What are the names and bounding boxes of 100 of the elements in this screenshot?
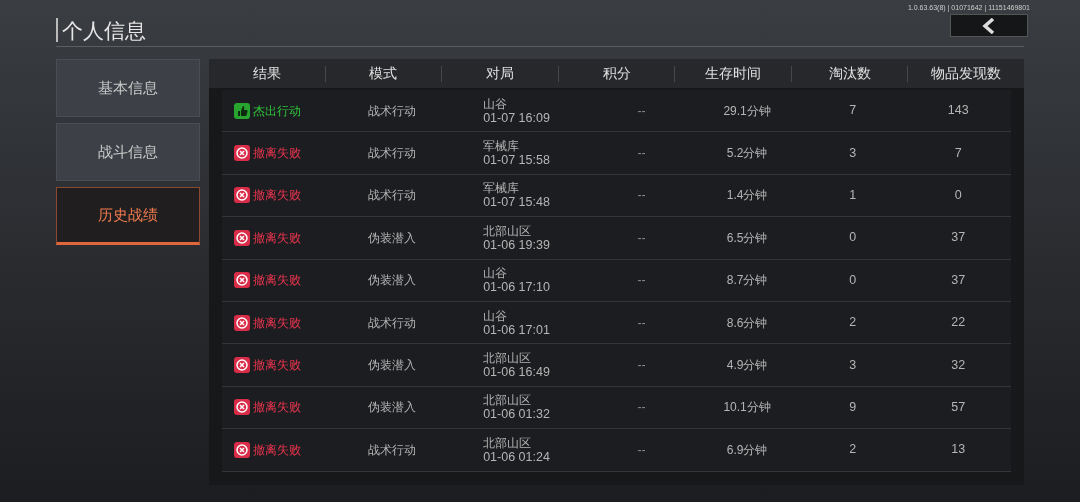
kills-cell-text: 1: [849, 187, 857, 205]
kills-cell-text: 9: [849, 399, 857, 417]
match-time: 01-06 19:39: [483, 237, 551, 252]
map-name: 军械库: [483, 181, 521, 196]
score-cell-text: --: [637, 314, 646, 332]
back-button[interactable]: [950, 14, 1028, 37]
kills-cell-text: 3: [849, 356, 857, 374]
score-cell-text: --: [637, 441, 646, 459]
table-row[interactable]: 撤离失败 伪装潜入 北部山区 01-06 01:32 -- 10.1分钟 9 57: [222, 386, 1011, 430]
table-row[interactable]: 杰出行动 战术行动 山谷 01-07 16:09 -- 29.1分钟 7 143: [222, 90, 1011, 133]
mode-cell-text: 战术行动: [368, 145, 417, 163]
result-label: 撤离失败: [253, 399, 301, 417]
match-time: 01-07 15:48: [483, 195, 551, 210]
items-found-cell-text: 37: [951, 271, 966, 289]
match-time: 01-06 17:01: [483, 322, 551, 337]
items-found-cell-text: 32: [951, 356, 966, 374]
survival-time-cell-text: 10.1分钟: [723, 399, 771, 417]
survival-time-cell-text: 5.2分钟: [726, 145, 768, 163]
thumbs-up-icon: [234, 102, 250, 119]
mode-cell-text: 战术行动: [368, 314, 417, 332]
match-time: 01-06 01:32: [483, 407, 551, 422]
score-cell-text: --: [637, 102, 646, 120]
table-row[interactable]: 撤离失败 战术行动 山谷 01-06 17:01 -- 8.6分钟 2 22: [222, 301, 1011, 345]
result-label: 撤离失败: [253, 314, 301, 332]
items-found-cell-text: 7: [954, 144, 962, 162]
sidebar-tab[interactable]: 基本信息: [56, 59, 200, 117]
table-row[interactable]: 撤离失败 战术行动 军械库 01-07 15:48 -- 1.4分钟 1 0: [222, 174, 1011, 218]
result-label: 杰出行动: [253, 102, 301, 120]
cross-circle-icon: [234, 357, 250, 374]
cross-circle-icon: [234, 399, 250, 416]
kills-cell-text: 7: [849, 102, 857, 120]
sidebar-tab[interactable]: 历史战绩: [56, 187, 200, 245]
sidebar-tab[interactable]: 战斗信息: [56, 123, 200, 181]
column-header: 生存时间: [705, 64, 762, 83]
column-header: 模式: [369, 64, 398, 83]
column-header: 积分: [602, 64, 631, 83]
mode-cell-text: 伪装潜入: [368, 229, 417, 247]
kills-cell-text: 0: [849, 271, 857, 289]
survival-time-cell-text: 8.6分钟: [726, 314, 768, 332]
match-time: 01-07 15:58: [483, 153, 551, 168]
result-label: 撤离失败: [253, 187, 301, 205]
column-header: 结果: [252, 64, 281, 83]
cross-circle-icon: [234, 441, 250, 458]
survival-time-cell-text: 29.1分钟: [723, 102, 771, 120]
items-found-cell-text: 143: [947, 102, 969, 120]
result-label: 撤离失败: [253, 357, 301, 375]
match-time: 01-06 01:24: [483, 449, 551, 464]
survival-time-cell-text: 4.9分钟: [726, 357, 768, 375]
result-label: 撤离失败: [253, 272, 301, 290]
map-name: 北部山区: [483, 223, 533, 238]
cross-circle-icon: [234, 272, 250, 289]
score-cell-text: --: [637, 145, 646, 163]
result-label: 撤离失败: [253, 229, 301, 247]
table-row[interactable]: 撤离失败 伪装潜入 北部山区 01-06 16:49 -- 4.9分钟 3 32: [222, 344, 1011, 387]
items-found-cell-text: 37: [951, 229, 966, 247]
kills-cell-text: 2: [849, 314, 857, 332]
items-found-cell-text: 22: [951, 314, 966, 332]
items-found-cell-text: 57: [951, 399, 966, 417]
table-row[interactable]: 撤离失败 战术行动 北部山区 01-06 01:24 -- 6.9分钟 2 13: [222, 429, 1011, 472]
map-name: 北部山区: [483, 435, 533, 450]
result-label: 撤离失败: [253, 441, 301, 459]
cross-circle-icon: [234, 314, 250, 331]
kills-cell-text: 3: [849, 144, 857, 162]
column-header: 淘汰数: [828, 64, 871, 83]
map-name: 军械库: [483, 139, 521, 154]
mode-cell-text: 战术行动: [368, 102, 417, 120]
survival-time-cell-text: 6.9分钟: [726, 441, 768, 459]
match-time: 01-06 17:10: [483, 280, 551, 295]
match-time: 01-07 16:09: [483, 110, 551, 125]
map-name: 山谷: [483, 266, 509, 281]
cross-circle-icon: [234, 145, 250, 162]
result-label: 撤离失败: [253, 145, 301, 163]
score-cell-text: --: [637, 399, 646, 417]
page-title: 个人信息: [62, 19, 146, 41]
map-name: 山谷: [483, 96, 509, 111]
kills-cell-text: 0: [849, 229, 857, 247]
table-row[interactable]: 撤离失败 伪装潜入 北部山区 01-06 19:39 -- 6.5分钟 0 37: [222, 217, 1011, 260]
items-found-cell-text: 0: [954, 187, 962, 205]
survival-time-cell-text: 8.7分钟: [726, 272, 768, 290]
score-cell-text: --: [637, 272, 646, 290]
score-cell-text: --: [637, 229, 646, 247]
survival-time-cell-text: 1.4分钟: [726, 187, 768, 205]
cross-circle-icon: [234, 229, 250, 246]
table-row[interactable]: 撤离失败 战术行动 军械库 01-07 15:58 -- 5.2分钟 3 7: [222, 132, 1011, 175]
column-header: 物品发现数: [931, 64, 1002, 83]
survival-time-cell-text: 6.5分钟: [726, 229, 768, 247]
mode-cell-text: 伪装潜入: [368, 357, 417, 375]
map-name: 北部山区: [483, 393, 533, 408]
cross-circle-icon: [234, 187, 250, 204]
mode-cell-text: 战术行动: [368, 187, 417, 205]
table-row[interactable]: 撤离失败 伪装潜入 山谷 01-06 17:10 -- 8.7分钟 0 37: [222, 259, 1011, 302]
mode-cell-text: 伪装潜入: [368, 272, 417, 290]
score-cell-text: --: [637, 357, 646, 375]
mode-cell-text: 伪装潜入: [368, 399, 417, 417]
column-header: 对局: [485, 64, 514, 83]
items-found-cell-text: 13: [951, 441, 966, 459]
map-name: 山谷: [483, 308, 509, 323]
mode-cell-text: 战术行动: [368, 441, 417, 459]
map-name: 北部山区: [483, 351, 533, 366]
match-time: 01-06 16:49: [483, 365, 551, 380]
